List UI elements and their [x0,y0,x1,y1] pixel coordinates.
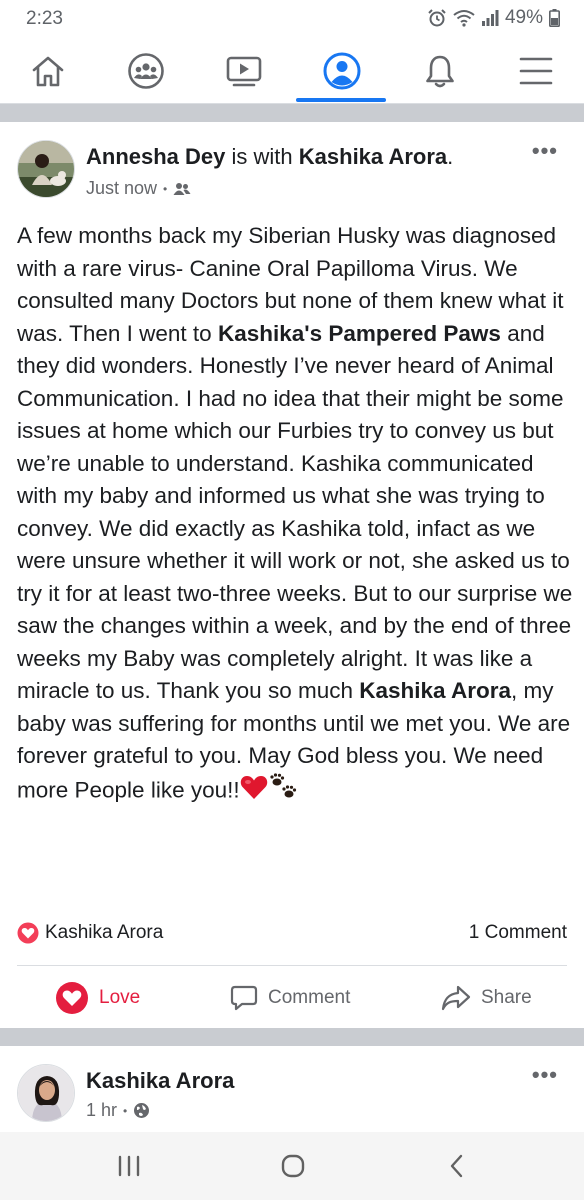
more-options-button[interactable]: ••• [532,1062,558,1088]
comment-icon [230,985,258,1011]
status-time: 2:23 [26,8,63,29]
post-header: Annesha Dey is with Kashika Arora. [86,144,453,170]
groups-icon [128,53,164,89]
nav-notifications[interactable] [392,38,488,104]
reactions-link[interactable]: Kashika Arora [17,922,163,944]
kashika-mention[interactable]: Kashika Arora [359,678,511,703]
alarm-icon [427,8,447,28]
comment-label: Comment [268,987,351,1008]
more-options-button[interactable]: ••• [532,138,558,164]
actions-divider [17,965,567,966]
reactions-summary: Kashika Arora 1 Comment [17,922,567,948]
author-avatar[interactable] [17,140,75,198]
nav-menu[interactable] [488,38,584,104]
watch-icon [226,56,262,87]
globe-icon [134,1103,150,1118]
love-label: Love [99,987,141,1008]
system-navigation-bar [0,1132,584,1200]
feed-separator [0,104,584,122]
nav-home[interactable] [0,38,96,104]
comment-button[interactable]: Comment [230,976,350,1020]
battery-percent: 49% [504,7,543,28]
profile-icon [323,52,361,90]
red-heart-icon [240,774,268,810]
author-avatar[interactable] [17,1064,75,1122]
post-actions: Love Comment Share [0,976,584,1020]
meta-separator: • [163,181,168,196]
top-nav-bar [0,38,584,104]
recent-apps-icon [118,1155,140,1177]
post-card: Kashika Arora 1 hr • ••• [0,1046,584,1132]
reaction-user-name: Kashika Arora [45,922,164,943]
post-time[interactable]: Just now [86,178,157,199]
share-label: Share [481,987,532,1008]
nav-active-indicator [296,98,386,102]
back-button[interactable] [440,1150,474,1182]
nav-groups[interactable] [98,38,194,104]
home-button[interactable] [276,1150,310,1182]
tagged-name[interactable]: Kashika Arora [299,144,447,169]
nav-watch[interactable] [196,38,292,104]
paw-prints-icon [268,772,298,811]
signal-icon [481,10,499,26]
share-button[interactable]: Share [441,976,532,1020]
post-card: Annesha Dey is with Kashika Arora. Just … [0,122,584,1028]
post-time[interactable]: 1 hr [86,1100,117,1121]
status-bar: 2:23 49% [0,0,584,38]
post-meta: 1 hr • [86,1100,150,1121]
menu-icon [519,57,553,85]
post-text: A few months back my Siberian Husky was … [17,220,573,810]
nav-profile[interactable] [294,38,390,104]
love-button[interactable]: Love [55,976,140,1020]
love-icon [56,982,88,1014]
battery-icon [549,9,560,27]
meta-separator: • [123,1103,128,1118]
friends-icon [173,182,191,195]
feed-separator [0,1028,584,1046]
back-icon [450,1154,463,1178]
status-icons: 49% [427,7,560,29]
comment-count[interactable]: 1 Comment [469,922,567,944]
author-name[interactable]: Kashika Arora [86,1068,234,1094]
home-circle-icon [281,1154,305,1178]
recent-apps-button[interactable] [112,1150,146,1182]
header-period: . [447,144,454,169]
love-reaction-icon [17,922,39,944]
home-icon [32,56,64,87]
notifications-icon [426,55,454,88]
wifi-icon [453,9,475,27]
with-text: is with [231,144,293,169]
share-icon [441,985,471,1011]
author-name[interactable]: Annesha Dey [86,144,225,169]
post-meta: Just now • [86,178,191,199]
post-text-part: and they did wonders. Honestly I’ve neve… [17,320,573,704]
pampered-paws-link[interactable]: Kashika's Pampered Paws [218,321,501,346]
